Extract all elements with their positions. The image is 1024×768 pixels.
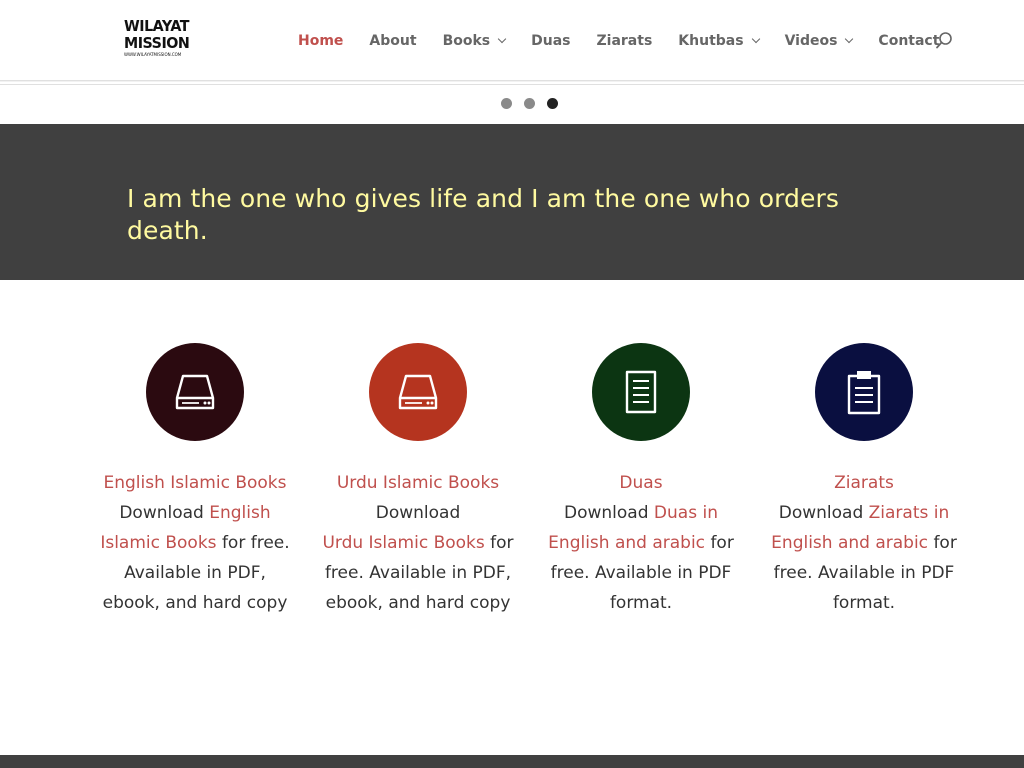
clipboard-icon <box>847 371 881 415</box>
nav-item-home[interactable]: Home <box>298 33 343 49</box>
feature-icon-circle[interactable] <box>146 343 244 441</box>
search-button[interactable] <box>934 31 954 51</box>
slider-dot[interactable] <box>501 98 512 109</box>
feature-duas: Duas Download Duas in English and arabic… <box>541 343 741 618</box>
document-icon <box>625 370 657 414</box>
chevron-down-icon <box>845 34 854 44</box>
site-header: WILAYAT MISSION WWW.WILAYATMISSION.COM H… <box>0 0 1024 81</box>
nav-item-label: Duas <box>531 33 571 49</box>
feature-text: Download <box>119 503 210 523</box>
feature-title-link[interactable]: Ziarats <box>764 468 964 498</box>
feature-english-books: English Islamic Books Download English I… <box>95 343 295 618</box>
feature-urdu-books: Urdu Islamic Books Download Urdu Islamic… <box>318 343 518 618</box>
feature-title-link[interactable]: Urdu Islamic Books <box>318 468 518 498</box>
feature-text: Download <box>778 503 869 523</box>
feature-icon-circle[interactable] <box>592 343 690 441</box>
nav-item-contact[interactable]: Contact <box>878 33 939 49</box>
feature-description: Download Ziarats in English and arabic f… <box>764 498 964 618</box>
site-logo[interactable]: WILAYAT MISSION WWW.WILAYATMISSION.COM <box>124 18 190 62</box>
nav-item-label: Books <box>442 33 491 49</box>
nav-item-label: Videos <box>784 33 838 49</box>
nav-item-label: About <box>369 33 417 49</box>
feature-title-link[interactable]: Duas <box>541 468 741 498</box>
chevron-down-icon <box>497 34 507 44</box>
logo-line-2: MISSION <box>124 34 190 52</box>
logo-url: WWW.WILAYATMISSION.COM <box>124 52 182 57</box>
hard-drive-icon <box>175 374 215 410</box>
site-footer <box>0 755 1024 768</box>
search-icon <box>936 32 952 49</box>
nav-item-videos[interactable]: Videos <box>784 33 854 49</box>
nav-item-khutbas[interactable]: Khutbas <box>678 33 760 49</box>
nav-item-label: Contact <box>878 33 940 49</box>
logo-line-1: WILAYAT <box>124 17 190 35</box>
feature-title-link[interactable]: English Islamic Books <box>95 468 295 498</box>
main-nav: Home About Books Duas Ziarats Khutbas Vi… <box>298 31 965 51</box>
slider-dot[interactable] <box>524 98 535 109</box>
header-divider <box>0 84 1024 85</box>
nav-item-label: Home <box>298 33 344 49</box>
nav-item-ziarats[interactable]: Ziarats <box>597 33 653 49</box>
nav-item-label: Ziarats <box>596 33 653 49</box>
feature-description: Download Duas in English and arabic for … <box>541 498 741 618</box>
feature-description: Download Urdu Islamic Books for free. Av… <box>318 498 518 618</box>
hard-drive-icon <box>398 374 438 410</box>
slider-dot-active[interactable] <box>547 98 558 109</box>
nav-item-books[interactable]: Books <box>442 33 507 49</box>
nav-item-label: Khutbas <box>678 33 744 49</box>
feature-description: Download English Islamic Books for free.… <box>95 498 295 618</box>
feature-icon-circle[interactable] <box>369 343 467 441</box>
chevron-down-icon <box>751 34 760 44</box>
nav-item-about[interactable]: About <box>369 33 416 49</box>
feature-ziarats: Ziarats Download Ziarats in English and … <box>764 343 964 618</box>
nav-item-duas[interactable]: Duas <box>531 33 570 49</box>
feature-inline-link[interactable]: Urdu Islamic Books <box>322 533 484 553</box>
feature-icon-circle[interactable] <box>815 343 913 441</box>
feature-text: Download <box>375 503 461 523</box>
quote-text: I am the one who gives life and I am the… <box>127 184 839 245</box>
feature-text: Download <box>564 503 654 523</box>
slider-pagination <box>501 98 570 109</box>
